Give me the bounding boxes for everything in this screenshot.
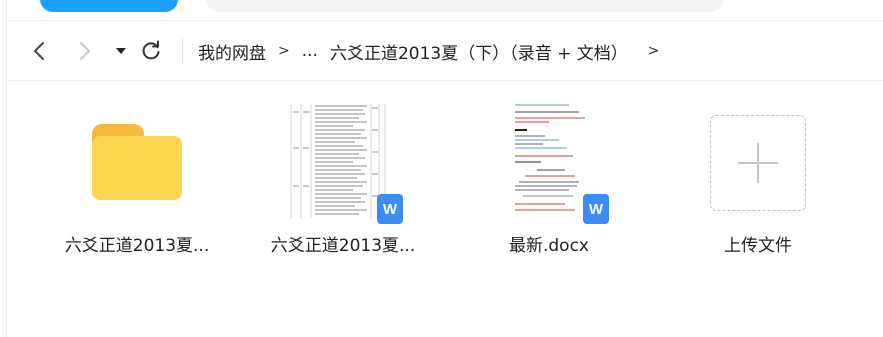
chevron-left-icon bbox=[34, 42, 44, 60]
refresh-icon bbox=[142, 40, 160, 60]
refresh-button[interactable] bbox=[138, 36, 164, 66]
wps-icon: W bbox=[377, 194, 403, 224]
file-thumbnail bbox=[62, 97, 212, 227]
toolbar-divider bbox=[182, 38, 183, 64]
back-button[interactable] bbox=[26, 36, 52, 66]
file-thumbnail bbox=[683, 103, 833, 223]
chevron-right-icon bbox=[80, 42, 90, 60]
divider bbox=[6, 20, 883, 21]
plus-icon bbox=[738, 143, 778, 183]
file-thumbnail: W bbox=[268, 97, 418, 227]
search-input[interactable] bbox=[206, 0, 724, 12]
breadcrumb-collapsed[interactable]: ... bbox=[302, 41, 318, 61]
navigation-bar: 我的网盘 > ... 六爻正道2013夏（下）（录音 + 文档） > bbox=[6, 22, 883, 80]
file-name: 六爻正道2013夏... bbox=[64, 236, 210, 256]
file-tile-document[interactable]: W 六爻正道2013夏... bbox=[268, 81, 418, 281]
file-name: 上传文件 bbox=[724, 236, 792, 256]
breadcrumb-separator: > bbox=[278, 43, 290, 59]
file-name: 六爻正道2013夏... bbox=[270, 236, 416, 256]
caret-down-icon bbox=[116, 48, 126, 54]
folder-icon bbox=[92, 124, 182, 200]
file-thumbnail: W bbox=[474, 97, 624, 227]
document-preview: W bbox=[283, 100, 403, 224]
forward-button[interactable] bbox=[72, 36, 98, 66]
breadcrumb-root[interactable]: 我的网盘 bbox=[198, 39, 266, 64]
history-dropdown[interactable] bbox=[108, 36, 134, 66]
upload-main-button[interactable] bbox=[40, 0, 178, 12]
file-name: 最新.docx bbox=[508, 236, 589, 256]
file-tile-folder[interactable]: 六爻正道2013夏... bbox=[62, 81, 212, 281]
file-tile-document[interactable]: W 最新.docx bbox=[474, 81, 624, 281]
breadcrumb-separator: > bbox=[647, 43, 660, 59]
breadcrumb: 我的网盘 > ... 六爻正道2013夏（下）（录音 + 文档） > bbox=[198, 36, 672, 66]
app-window: 我的网盘 > ... 六爻正道2013夏（下）（录音 + 文档） > 六爻正道2… bbox=[0, 0, 883, 337]
wps-icon: W bbox=[583, 194, 609, 224]
document-preview: W bbox=[489, 100, 609, 224]
upload-box[interactable] bbox=[710, 115, 806, 211]
breadcrumb-current[interactable]: 六爻正道2013夏（下）（录音 + 文档） bbox=[330, 39, 628, 64]
upload-tile[interactable]: 上传文件 bbox=[683, 81, 833, 281]
file-grid: 六爻正道2013夏... W 六爻正道2013夏... W 最新.docx 上传… bbox=[6, 81, 883, 337]
